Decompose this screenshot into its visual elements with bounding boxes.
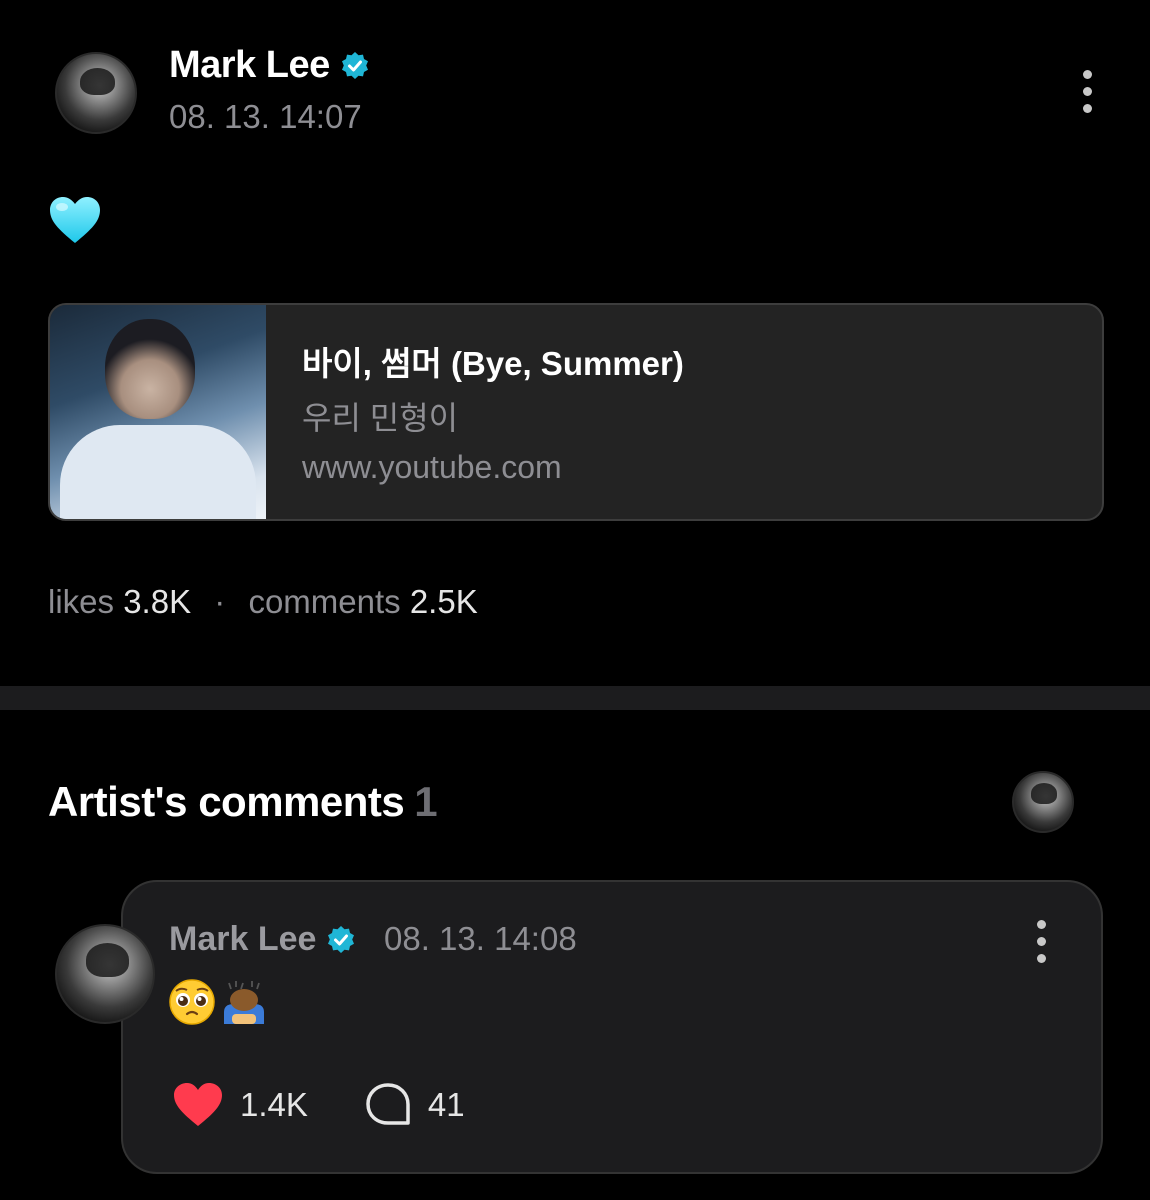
stats-separator: · xyxy=(214,583,226,620)
post-stats: likes 3.8K · comments 2.5K xyxy=(48,583,478,621)
comments-label[interactable]: comments xyxy=(248,583,400,620)
comment-like-count: 1.4K xyxy=(240,1086,308,1123)
comment-reply-button[interactable]: 41 xyxy=(364,1082,465,1128)
artist-comments-heading: Artist's comments 1 xyxy=(48,778,438,826)
heart-icon xyxy=(174,1083,222,1126)
verified-badge-icon xyxy=(326,925,356,955)
artist-filter-avatar[interactable] xyxy=(1012,771,1074,833)
blue-heart-icon xyxy=(50,197,100,243)
comment-author-name-text: Mark Lee xyxy=(169,920,317,958)
artist-comments-count: 1 xyxy=(414,778,438,825)
link-subtitle: 우리 민형이 xyxy=(302,400,459,436)
comment-text xyxy=(168,978,268,1026)
comment-reply-count: 41 xyxy=(427,1086,465,1123)
likes-count[interactable]: 3.8K xyxy=(123,583,191,620)
link-thumbnail xyxy=(50,305,266,519)
link-url: www.youtube.com xyxy=(302,449,562,485)
artist-comments-title: Artist's comments xyxy=(48,778,405,825)
pleading-face-icon xyxy=(169,979,215,1025)
link-preview-card[interactable]: 바이, 썸머 (Bye, Summer) 우리 민형이 www.youtube.… xyxy=(48,303,1104,521)
section-divider xyxy=(0,686,1150,710)
post-author-avatar[interactable] xyxy=(55,52,137,134)
person-bowing-icon xyxy=(224,981,264,1024)
comment-more-options-icon[interactable] xyxy=(1034,920,1048,963)
verified-badge-icon xyxy=(340,51,370,81)
likes-label[interactable]: likes xyxy=(48,583,114,620)
comment-author-name[interactable]: Mark Lee xyxy=(169,920,356,959)
post-timestamp: 08. 13. 14:07 xyxy=(169,98,362,135)
post-author-name-text: Mark Lee xyxy=(169,44,330,86)
comments-count[interactable]: 2.5K xyxy=(410,583,478,620)
comment-like-button[interactable]: 1.4K xyxy=(172,1082,308,1128)
post-more-options-icon[interactable] xyxy=(1080,70,1094,113)
speech-bubble-icon xyxy=(366,1083,410,1125)
comment-actions: 1.4K 41 xyxy=(172,1082,521,1128)
post-author-name[interactable]: Mark Lee xyxy=(169,44,370,87)
link-title: 바이, 썸머 (Bye, Summer) xyxy=(302,345,684,382)
comment-timestamp: 08. 13. 14:08 xyxy=(384,920,577,957)
post-text xyxy=(48,195,102,245)
comment-author-avatar[interactable] xyxy=(55,924,155,1024)
